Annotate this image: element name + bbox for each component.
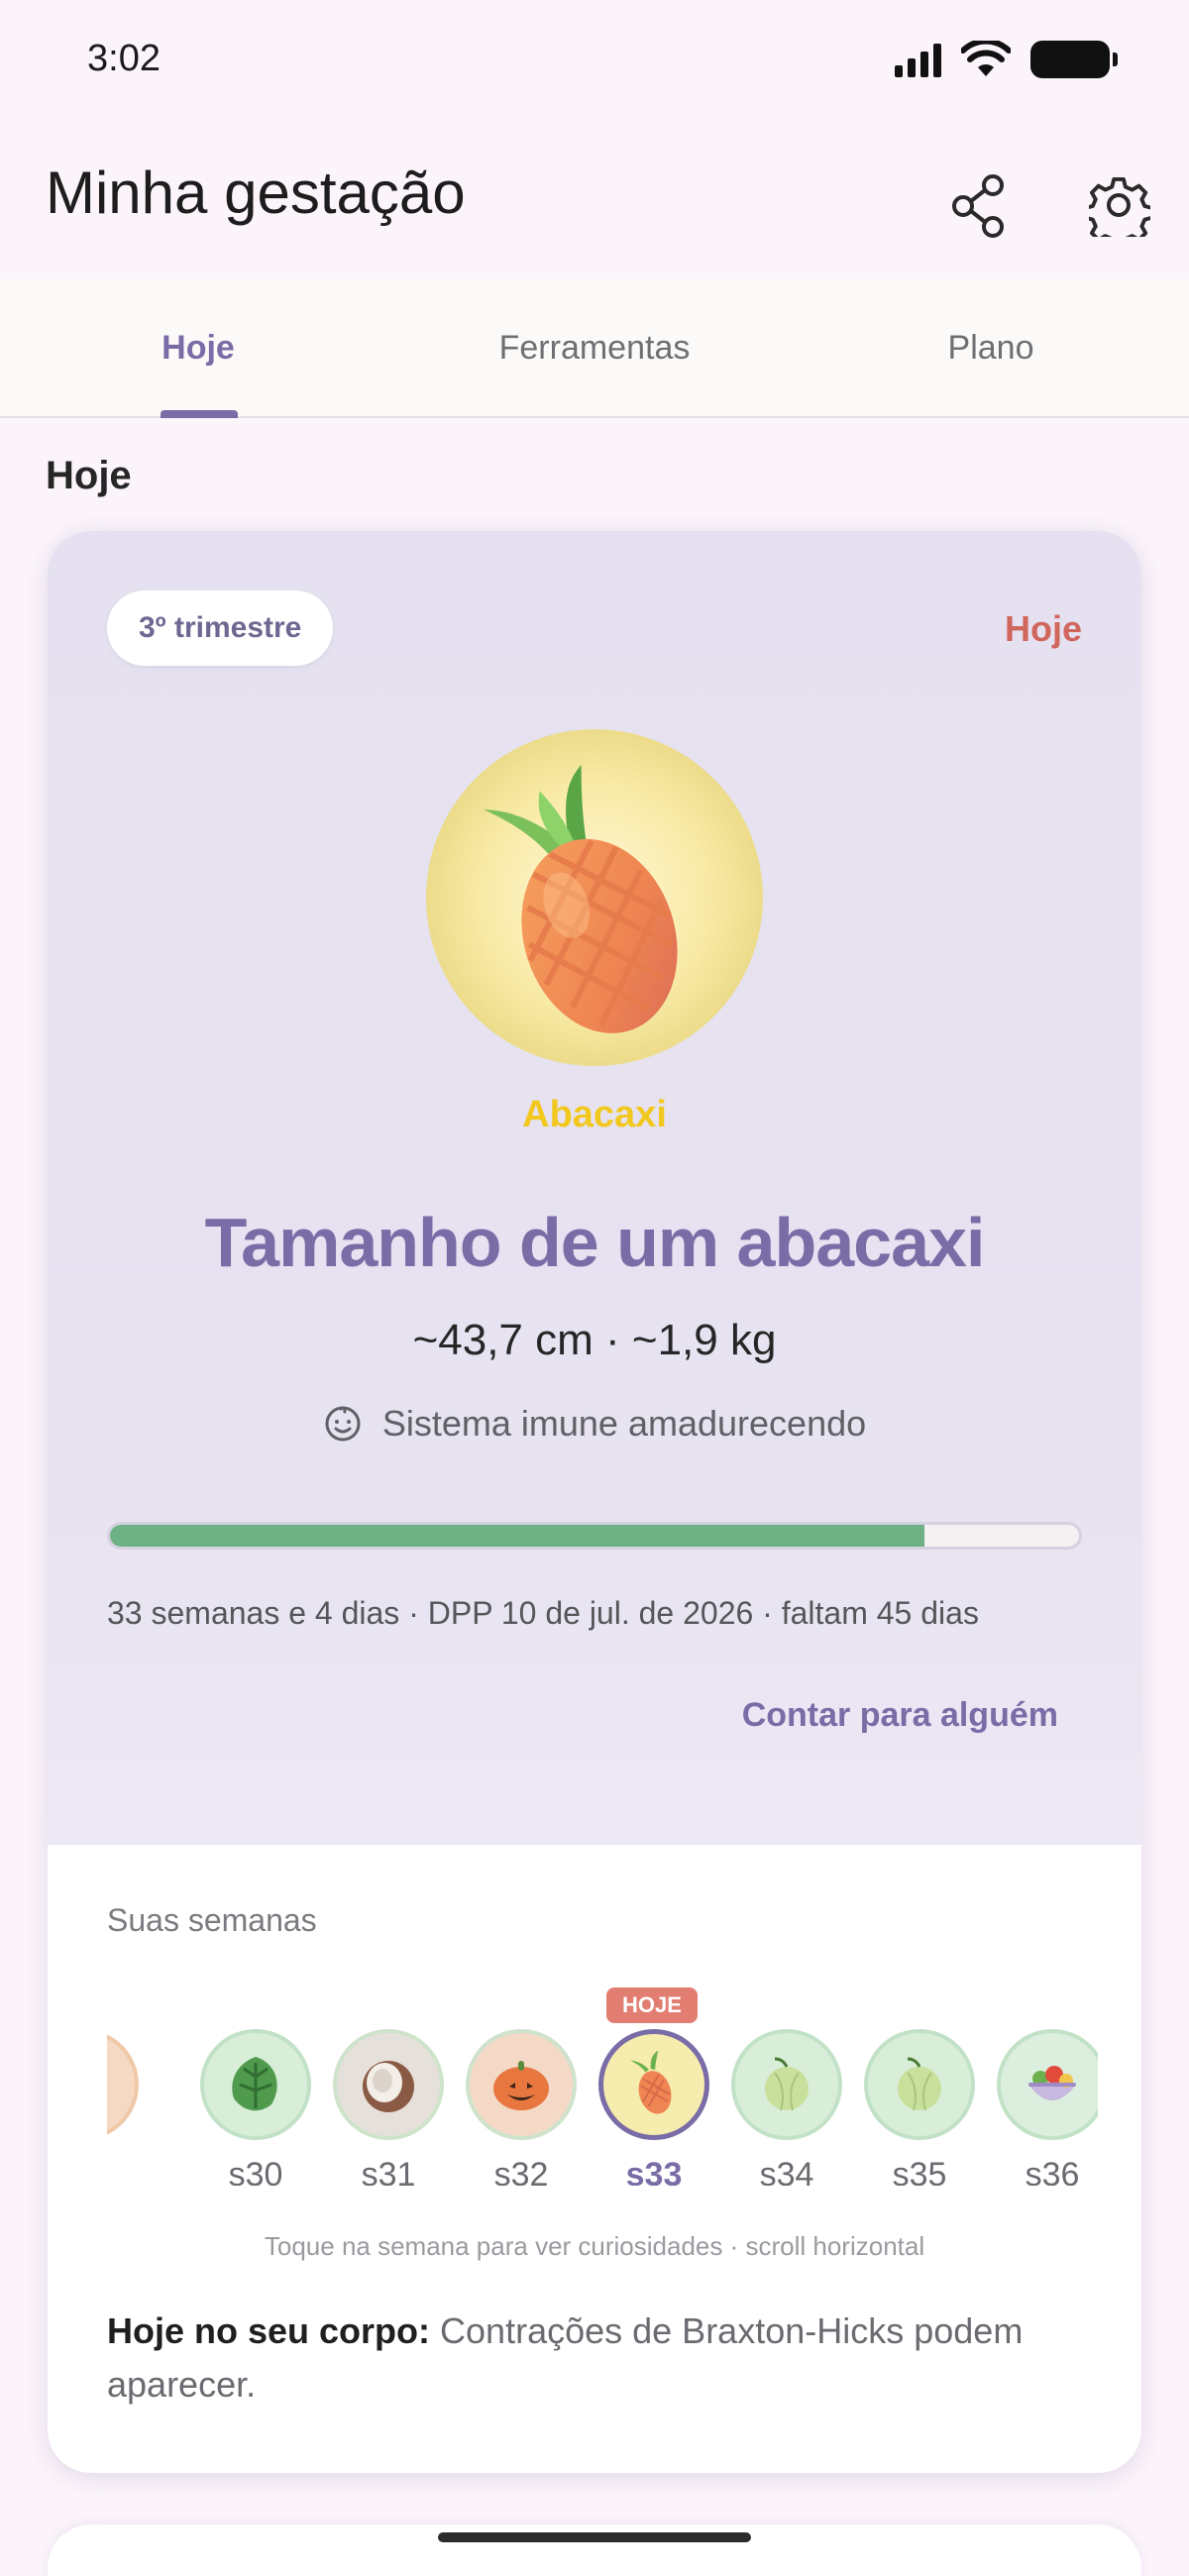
share-with-someone-link[interactable]: Contar para alguém (742, 1696, 1058, 1735)
week-circle (200, 2029, 311, 2140)
share-button[interactable] (939, 166, 1019, 246)
pineapple-icon (629, 2050, 672, 2114)
cellular-signal-icon (895, 42, 941, 77)
week-label: s36 (1025, 2156, 1080, 2186)
fruit-illustration (426, 729, 763, 1066)
status-icons (895, 38, 1118, 81)
pumpkin-icon (493, 2061, 549, 2110)
week-label: s35 (892, 2156, 947, 2186)
gear-icon (1089, 176, 1150, 237)
battery-icon (1030, 41, 1118, 78)
week-label: s33 (625, 2156, 683, 2186)
page-title: Minha gestação (46, 160, 466, 226)
share-icon (952, 174, 1004, 238)
week-label: s31 (361, 2156, 416, 2186)
week-circle (333, 2029, 444, 2140)
week-label: s32 (493, 2156, 549, 2186)
today-link[interactable]: Hoje (1005, 608, 1082, 650)
week-circle (466, 2029, 577, 2140)
week-label: s30 (228, 2156, 283, 2186)
pregnancy-progress-bar (107, 1522, 1082, 1550)
week-label: s34 (759, 2156, 814, 2186)
active-tab-indicator (161, 410, 238, 418)
melon-icon (898, 2057, 941, 2111)
fruit-label: Abacaxi (522, 1094, 667, 1135)
settings-button[interactable] (1080, 166, 1159, 246)
body-today-lead: Hoje no seu corpo: (107, 2310, 431, 2351)
melon-icon (765, 2057, 809, 2111)
body-today-note: Hoje no seu corpo: Contrações de Braxton… (107, 2305, 1098, 2412)
pregnancy-progress-fill (110, 1525, 924, 1547)
pineapple-icon (483, 765, 678, 1033)
tab-plan[interactable]: Plano (842, 329, 1139, 368)
baby-face-icon (325, 1406, 361, 1442)
week-circle (997, 2029, 1098, 2140)
week-circle-current (598, 2029, 709, 2140)
tab-today[interactable]: Hoje (50, 329, 347, 368)
weeks-strip[interactable]: s30 s31 s32 HOJE s33 s34 s35 s36 (107, 1987, 1098, 2186)
card-hero: 3º trimestre Hoje Abacaxi Tamanho de um … (48, 531, 1141, 1845)
week-card: 3º trimestre Hoje Abacaxi Tamanho de um … (48, 531, 1141, 2473)
weeks-label: Suas semanas (107, 1902, 317, 1938)
tab-bar: Hoje Ferramentas Plano (0, 279, 1189, 418)
today-badge: HOJE (606, 1987, 698, 2023)
status-time: 3:02 (87, 38, 161, 79)
home-indicator (438, 2532, 751, 2542)
weeks-hint: Toque na semana para ver curiosidades · … (264, 2231, 925, 2261)
milestone-text: Sistema imune amadurecendo (381, 1403, 867, 1444)
week-circle (107, 2029, 139, 2140)
size-measures: ~43,7 cm · ~1,9 kg (412, 1316, 777, 1364)
tab-tools[interactable]: Ferramentas (446, 329, 743, 368)
salad-icon (1028, 2066, 1076, 2100)
trimester-chip: 3º trimestre (107, 590, 334, 666)
status-bar: 3:02 (0, 0, 1189, 109)
coconut-icon (363, 2061, 414, 2112)
section-title: Hoje (46, 454, 132, 497)
week-circle (731, 2029, 842, 2140)
wifi-icon (961, 41, 1011, 76)
spinach-icon (232, 2057, 277, 2111)
week-circle (864, 2029, 975, 2140)
size-title: Tamanho de um abacaxi (204, 1204, 986, 1281)
pregnancy-summary: 33 semanas e 4 dias · DPP 10 de jul. de … (107, 1595, 979, 1631)
milestone: Sistema imune amadurecendo (48, 1403, 1141, 1445)
app-header: Minha gestação (0, 119, 1189, 277)
